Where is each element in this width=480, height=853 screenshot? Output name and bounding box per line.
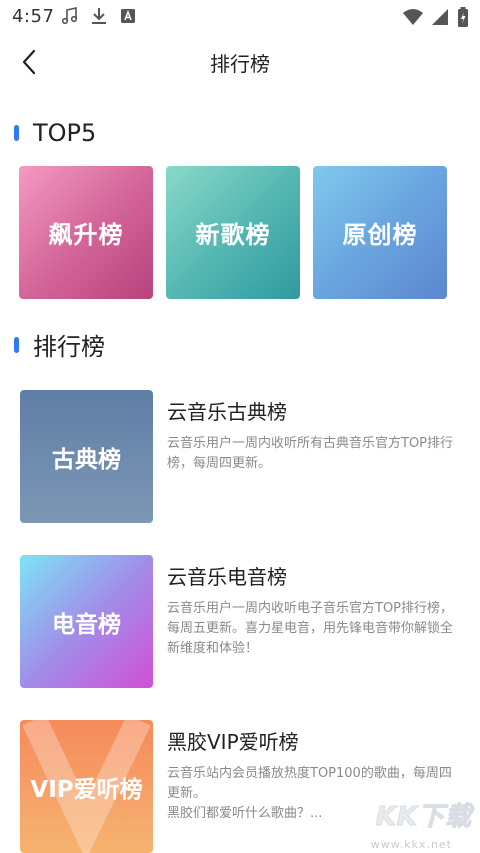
status-bar: 4:57 bbox=[0, 0, 480, 34]
top5-card-label: 新歌榜 bbox=[195, 221, 271, 249]
download-icon bbox=[92, 8, 106, 24]
top5-card-label: 飙升榜 bbox=[48, 221, 124, 249]
section-accent-bar bbox=[14, 336, 19, 353]
ranking-title: 云音乐电音榜 bbox=[167, 565, 287, 589]
top5-card-new-songs[interactable]: 新歌榜 bbox=[166, 166, 300, 299]
ranking-cover: VIP爱听榜 bbox=[20, 720, 153, 853]
top5-section-header: TOP5 bbox=[14, 119, 96, 147]
ranking-cover-label: 电音榜 bbox=[52, 611, 121, 638]
section-accent-bar bbox=[14, 125, 19, 141]
status-time: 4:57 bbox=[12, 6, 55, 27]
ranking-description: 云音乐用户一周内收听电子音乐官方TOP排行榜，每周五更新。喜力星电音，用先锋电音… bbox=[167, 601, 454, 656]
top5-section-title: TOP5 bbox=[33, 119, 97, 147]
ranking-description: 云音乐用户一周内收听所有古典音乐官方TOP排行榜，每周四更新。 bbox=[167, 436, 454, 471]
watermark-url: www.kkx.net bbox=[370, 838, 452, 851]
ranking-title: 云音乐古典榜 bbox=[167, 400, 287, 424]
ranking-cover: 电音榜 bbox=[20, 555, 153, 688]
status-right-icons bbox=[402, 6, 470, 28]
a-box-icon bbox=[121, 9, 135, 23]
ranking-title: 黑胶VIP爱听榜 bbox=[167, 730, 299, 754]
page-title: 排行榜 bbox=[210, 52, 270, 76]
top-bar: 排行榜 bbox=[0, 34, 480, 90]
music-note-icon bbox=[61, 7, 78, 25]
ranking-item-electronic[interactable]: 电音榜 云音乐电音榜 云音乐用户一周内收听电子音乐官方TOP排行榜，每周五更新。… bbox=[20, 555, 460, 689]
top5-card-original[interactable]: 原创榜 bbox=[313, 166, 447, 299]
top5-card-label: 原创榜 bbox=[342, 221, 418, 249]
signal-icon bbox=[432, 9, 448, 25]
ranking-section-title: 排行榜 bbox=[33, 333, 105, 361]
ranking-cover-label: VIP爱听榜 bbox=[30, 776, 143, 803]
watermark: KK下载 www.kkx.net bbox=[356, 797, 474, 852]
wifi-icon bbox=[403, 9, 423, 25]
ranking-cover: 古典榜 bbox=[20, 390, 153, 523]
battery-charging-icon bbox=[458, 7, 468, 27]
ranking-cover-label: 古典榜 bbox=[52, 446, 121, 473]
ranking-item-classical[interactable]: 古典榜 云音乐古典榜 云音乐用户一周内收听所有古典音乐官方TOP排行榜，每周四更… bbox=[20, 390, 460, 524]
ranking-section-header: 排行榜 bbox=[14, 327, 105, 362]
watermark-logo-text: KK下载 bbox=[375, 802, 472, 833]
top5-card-soaring[interactable]: 飙升榜 bbox=[19, 166, 153, 299]
top5-cards: 飙升榜 新歌榜 原创榜 bbox=[19, 166, 447, 299]
